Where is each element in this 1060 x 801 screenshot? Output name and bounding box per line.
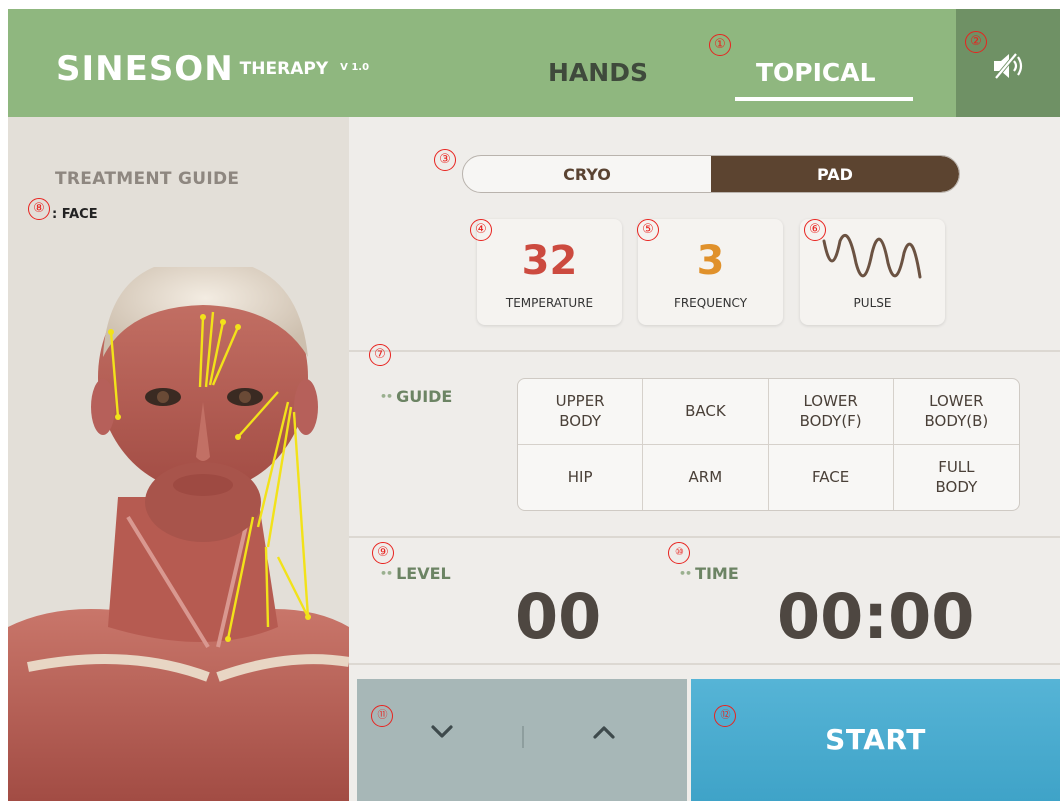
mode-option-pad[interactable]: PAD — [711, 156, 959, 192]
time-value: 00:00 — [777, 580, 975, 653]
guide-area-lower-body-back[interactable]: LOWER BODY(B) — [893, 379, 1019, 445]
guide-area-grid: UPPER BODY BACK LOWER BODY(F) LOWER BODY… — [517, 378, 1020, 511]
marker-8: ⑧ — [28, 198, 50, 220]
marker-10: ⑩ — [668, 542, 690, 564]
time-label-text: TIME — [695, 564, 739, 583]
tab-topical[interactable]: TOPICAL — [756, 58, 876, 87]
frequency-label: FREQUENCY — [673, 296, 748, 310]
marker-7: ⑦ — [369, 344, 391, 366]
guide-area-upper-body[interactable]: UPPER BODY — [518, 379, 644, 445]
chevron-down-icon[interactable] — [431, 725, 453, 739]
treatment-guide-panel: TREATMENT GUIDE : FACE ⑧ — [8, 117, 349, 801]
level-adjust-control — [357, 679, 687, 801]
version-label: V 1.0 — [340, 62, 370, 73]
app-logo: SINESON THERAPY V 1.0 — [56, 49, 369, 89]
marker-3: ③ — [434, 149, 456, 171]
treatment-guide-area: : FACE — [52, 207, 98, 222]
guide-label-text: GUIDE — [396, 387, 453, 406]
frequency-value: 3 — [696, 238, 725, 284]
sound-toggle-button[interactable] — [956, 9, 1060, 117]
guide-area-face[interactable]: FACE — [769, 444, 894, 510]
start-button[interactable]: START — [691, 679, 1060, 801]
marker-11: ⑪ — [371, 705, 393, 727]
level-value: 00 — [515, 580, 602, 653]
section-divider — [349, 663, 1060, 665]
section-divider — [349, 350, 1060, 352]
guide-area-full-body[interactable]: FULL BODY — [894, 445, 1019, 511]
face-anatomy-illustration — [8, 267, 349, 801]
temperature-value: 32 — [521, 238, 578, 284]
brand-subtitle: THERAPY — [239, 59, 329, 79]
tab-hands[interactable]: HANDS — [548, 58, 648, 87]
control-separator — [522, 726, 524, 748]
top-bar: SINESON THERAPY V 1.0 HANDS TOPICAL — [8, 9, 1060, 117]
guide-area-back[interactable]: BACK — [643, 379, 769, 445]
marker-4: ④ — [470, 219, 492, 241]
guide-area-lower-body-front[interactable]: LOWER BODY(F) — [768, 379, 894, 445]
level-label: •• LEVEL — [380, 564, 451, 583]
marker-5: ⑤ — [637, 219, 659, 241]
chevron-up-icon[interactable] — [593, 725, 615, 739]
temperature-card[interactable]: 32 TEMPERATURE — [477, 219, 622, 325]
start-button-label: START — [825, 723, 926, 756]
app-window: SINESON THERAPY V 1.0 HANDS TOPICAL TREATM… — [8, 9, 1060, 801]
marker-12: ⑫ — [714, 705, 736, 727]
frequency-card[interactable]: 3 FREQUENCY — [638, 219, 783, 325]
control-panel: CRYO PAD 32 TEMPERATURE 3 FREQUENCY PULS… — [349, 117, 1060, 801]
mode-option-cryo[interactable]: CRYO — [463, 156, 711, 192]
guide-area-arm[interactable]: ARM — [643, 444, 769, 510]
section-divider — [349, 536, 1060, 538]
mode-toggle[interactable]: CRYO PAD — [462, 155, 960, 193]
guide-label: •• GUIDE — [380, 387, 453, 406]
treatment-guide-title: TREATMENT GUIDE — [55, 169, 240, 189]
guide-area-hip[interactable]: HIP — [518, 444, 644, 510]
mute-speaker-icon — [994, 52, 1023, 80]
pulse-label: PULSE — [853, 296, 892, 310]
active-tab-indicator — [735, 97, 913, 101]
pulse-wave-icon — [822, 234, 922, 279]
brand-name: SINESON — [56, 49, 234, 89]
temperature-label: TEMPERATURE — [505, 296, 594, 310]
level-label-text: LEVEL — [396, 564, 451, 583]
marker-9: ⑨ — [372, 542, 394, 564]
time-label: •• TIME — [679, 564, 739, 583]
marker-2: ② — [965, 31, 987, 53]
marker-1: ① — [709, 34, 731, 56]
marker-6: ⑥ — [804, 219, 826, 241]
